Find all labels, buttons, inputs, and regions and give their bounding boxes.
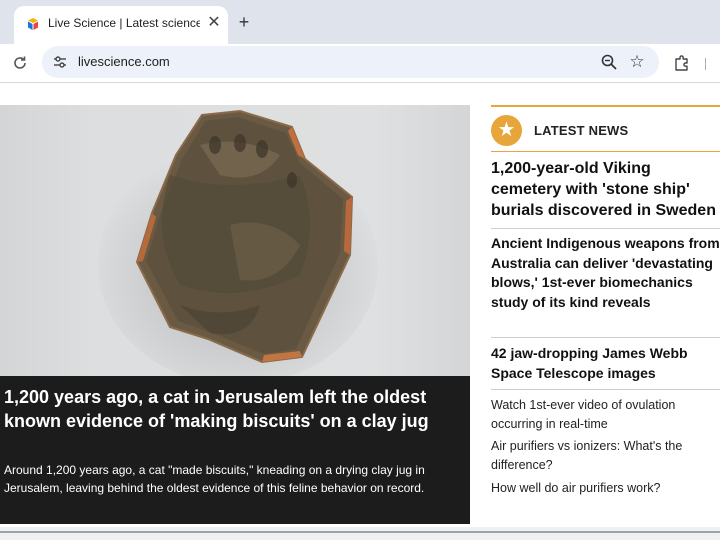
news-divider	[491, 389, 720, 390]
tab-strip: Live Science | Latest science ✕ +	[0, 0, 720, 44]
browser-tab[interactable]: Live Science | Latest science ✕	[14, 6, 228, 44]
tune-icon[interactable]	[52, 54, 68, 70]
hero-headline[interactable]: 1,200 years ago, a cat in Jerusalem left…	[4, 385, 466, 433]
reload-icon[interactable]	[10, 53, 30, 73]
plus-icon[interactable]: +	[234, 12, 254, 32]
window-bottom-edge	[0, 531, 720, 533]
news-item-indigenous-weapons[interactable]: Ancient Indigenous weapons from Australi…	[491, 234, 720, 312]
hero-summary: Around 1,200 years ago, a cat "made bisc…	[4, 463, 425, 495]
tab-title: Live Science | Latest science	[48, 16, 200, 30]
hero-article[interactable]: 1,200 years ago, a cat in Jerusalem left…	[0, 105, 470, 524]
star-icon[interactable]: ☆	[627, 52, 647, 72]
hero-image[interactable]	[0, 105, 470, 376]
chrome-divider	[0, 82, 720, 83]
puzzle-icon[interactable]	[672, 53, 692, 73]
close-icon[interactable]: ✕	[204, 13, 224, 33]
toolbar-divider	[705, 58, 706, 70]
url-text[interactable]: livescience.com	[78, 54, 170, 69]
header-divider	[491, 151, 720, 152]
news-item-viking-cemetery[interactable]: 1,200-year-old Viking cemetery with 'sto…	[491, 158, 720, 221]
address-bar[interactable]: livescience.com ☆	[42, 46, 659, 78]
news-divider	[491, 228, 720, 229]
latest-news-header: ★ LATEST NEWS	[491, 115, 720, 147]
news-item-ovulation-video[interactable]: Watch 1st-ever video of ovulation occurr…	[491, 396, 720, 434]
zoom-icon[interactable]	[600, 53, 618, 71]
news-item-purifiers-work[interactable]: How well do air purifiers work?	[491, 479, 720, 498]
news-item-webb-images[interactable]: 42 jaw-dropping James Webb Space Telesco…	[491, 344, 720, 383]
sidebar-accent-line	[491, 105, 720, 107]
star-badge-icon: ★	[491, 115, 522, 146]
news-item-purifiers-vs-ionizers[interactable]: Air purifiers vs ionizers: What's the di…	[491, 437, 720, 475]
page-footer-strip	[0, 527, 720, 540]
latest-news-heading: LATEST NEWS	[534, 123, 629, 138]
latest-news-sidebar: ★ LATEST NEWS 1,200-year-old Viking ceme…	[491, 105, 720, 525]
browser-toolbar: livescience.com ☆	[0, 44, 720, 82]
news-divider	[491, 337, 720, 338]
live-science-favicon	[28, 18, 38, 30]
